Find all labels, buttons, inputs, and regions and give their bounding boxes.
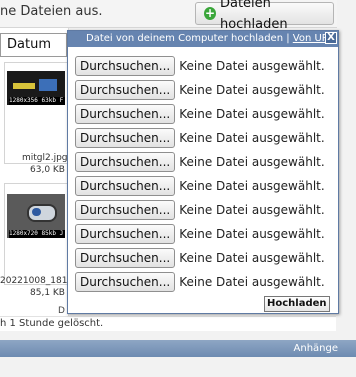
right-edge-panel [337, 0, 356, 340]
file-input-row[interactable]: Durchsuchen... Keine Datei ausgewählt. [75, 127, 325, 149]
file-name-fragment: D [58, 306, 65, 316]
no-file-selected-text: Keine Datei ausgewählt. [179, 154, 325, 169]
browse-button[interactable]: Durchsuchen... [75, 175, 176, 196]
file-size: 63,0 KB [30, 165, 65, 175]
browse-button[interactable]: Durchsuchen... [75, 247, 176, 268]
no-file-selected-text: Keine Datei ausgewählt. [179, 226, 325, 241]
file-size: 85,1 KB [30, 288, 65, 298]
file-input-row[interactable]: Durchsuchen... Keine Datei ausgewählt. [75, 175, 325, 197]
no-file-selected-text: Keine Datei ausgewählt. [179, 106, 325, 121]
upload-files-button[interactable]: + Dateien hochladen [195, 0, 334, 32]
attachments-bar[interactable]: Anhänge [0, 340, 356, 357]
file-input-row[interactable]: Durchsuchen... Keine Datei ausgewählt. [75, 103, 325, 125]
file-name[interactable]: mitgl2.jpg [22, 153, 68, 163]
file-thumbnail[interactable]: 1280x720 85kb J [4, 183, 68, 285]
thumbnail-image: 1280x720 85kb J [7, 194, 65, 238]
sort-select[interactable]: Datum [0, 33, 67, 57]
upload-dialog-title: Datei von deinem Computer hochladen [86, 33, 284, 44]
browse-button[interactable]: Durchsuchen... [75, 223, 176, 244]
file-input-row[interactable]: Durchsuchen... Keine Datei ausgewählt. [75, 199, 325, 221]
no-file-selected-text: Keine Datei ausgewählt. [179, 130, 325, 145]
browse-button[interactable]: Durchsuchen... [75, 199, 176, 220]
file-input-row[interactable]: Durchsuchen... Keine Datei ausgewählt. [75, 151, 325, 173]
browse-button[interactable]: Durchsuchen... [75, 55, 176, 76]
thumbnail-size-label: 1280x356 63kb F [9, 97, 65, 105]
no-file-selected-text: Keine Datei ausgewählt. [179, 202, 325, 217]
no-file-selected-text: Keine Datei ausgewählt. [179, 178, 325, 193]
file-input-row[interactable]: Durchsuchen... Keine Datei ausgewählt. [75, 55, 325, 77]
attachments-label: Anhänge [293, 343, 338, 354]
top-toolbar: ne Dateien aus. + Dateien hochladen [0, 0, 356, 32]
no-file-selected-text: Keine Datei ausgewählt. [179, 274, 325, 289]
header-separator: | [286, 33, 290, 44]
browse-button[interactable]: Durchsuchen... [75, 271, 176, 292]
browse-button[interactable]: Durchsuchen... [75, 103, 176, 124]
file-input-row[interactable]: Durchsuchen... Keine Datei ausgewählt. [75, 79, 325, 101]
file-input-row[interactable]: Durchsuchen... Keine Datei ausgewählt. [75, 271, 325, 293]
upload-submit-button[interactable]: Hochladen [264, 296, 330, 312]
file-thumbnail[interactable]: 1280x356 63kb F [4, 62, 68, 164]
thumbnail-image: 1280x356 63kb F [7, 71, 65, 105]
browse-button[interactable]: Durchsuchen... [75, 151, 176, 172]
instruction-text: ne Dateien aus. [0, 4, 103, 19]
file-input-row[interactable]: Durchsuchen... Keine Datei ausgewählt. [75, 223, 325, 245]
plus-circle-icon: + [204, 6, 216, 20]
no-file-selected-text: Keine Datei ausgewählt. [179, 58, 325, 73]
upload-dialog-header: Datei von deinem Computer hochladen | Vo… [68, 31, 338, 47]
browse-button[interactable]: Durchsuchen... [75, 79, 176, 100]
no-file-selected-text: Keine Datei ausgewählt. [179, 82, 325, 97]
no-file-selected-text: Keine Datei ausgewählt. [179, 250, 325, 265]
upload-dialog: Datei von deinem Computer hochladen | Vo… [67, 30, 339, 314]
deletion-note: h 1 Stunde gelöscht. [0, 316, 336, 331]
file-input-row[interactable]: Durchsuchen... Keine Datei ausgewählt. [75, 247, 325, 269]
thumbnail-size-label: 1280x720 85kb J [9, 230, 65, 238]
browse-button[interactable]: Durchsuchen... [75, 127, 176, 148]
close-icon[interactable]: X [325, 32, 337, 44]
